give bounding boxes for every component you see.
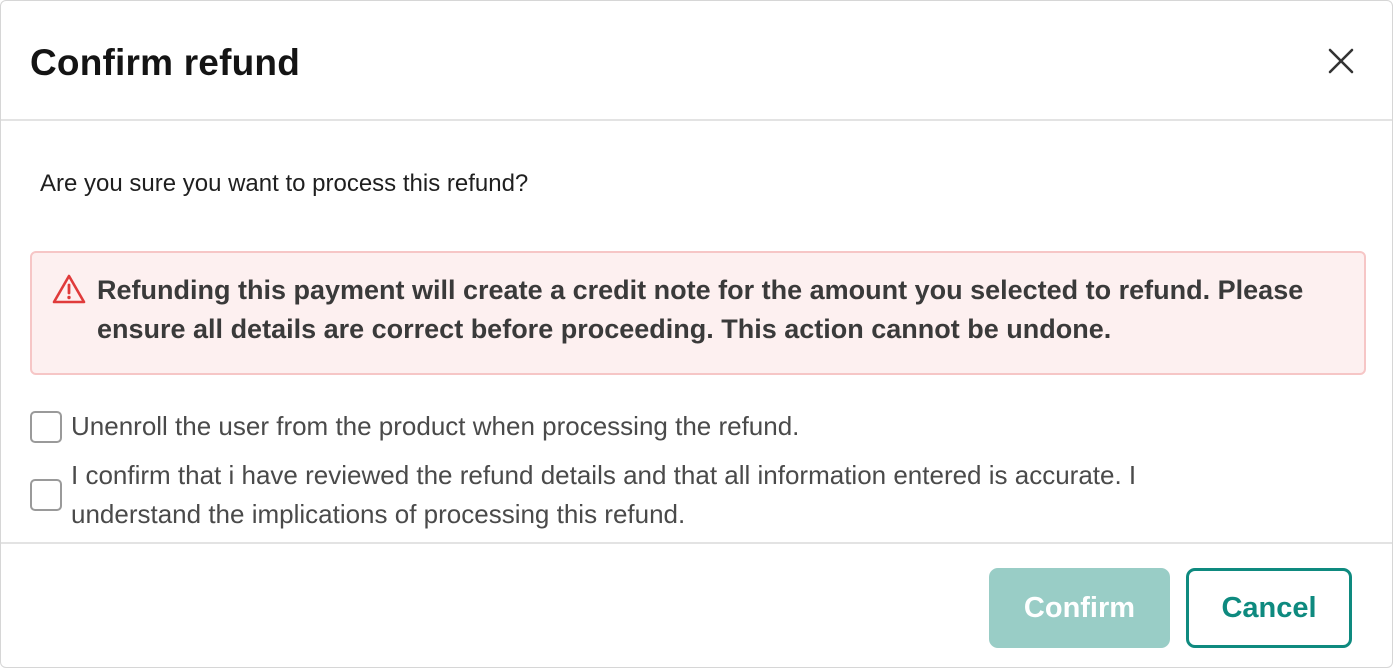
unenroll-option: Unenroll the user from the product when …	[30, 407, 799, 446]
close-button[interactable]	[1319, 39, 1363, 83]
confirm-refund-dialog: Confirm refund Are you sure you want to …	[0, 0, 1393, 668]
dialog-header: Confirm refund	[1, 1, 1392, 121]
close-icon	[1328, 48, 1354, 74]
cancel-button[interactable]: Cancel	[1186, 568, 1352, 648]
dialog-title: Confirm refund	[30, 42, 301, 83]
alert-message: Refunding this payment will create a cre…	[97, 275, 1304, 344]
unenroll-checkbox[interactable]	[30, 410, 62, 443]
confirm-button[interactable]: Confirm	[989, 568, 1170, 648]
unenroll-label[interactable]: Unenroll the user from the product when …	[71, 407, 799, 446]
confirm-review-option: I confirm that i have reviewed the refun…	[30, 456, 1251, 534]
footer-divider	[1, 542, 1392, 544]
confirm-review-checkbox[interactable]	[30, 479, 62, 511]
confirmation-question: Are you sure you want to process this re…	[40, 170, 529, 197]
confirm-review-label[interactable]: I confirm that i have reviewed the refun…	[71, 456, 1251, 534]
warning-alert: Refunding this payment will create a cre…	[30, 251, 1366, 375]
warning-triangle-icon	[52, 274, 86, 304]
